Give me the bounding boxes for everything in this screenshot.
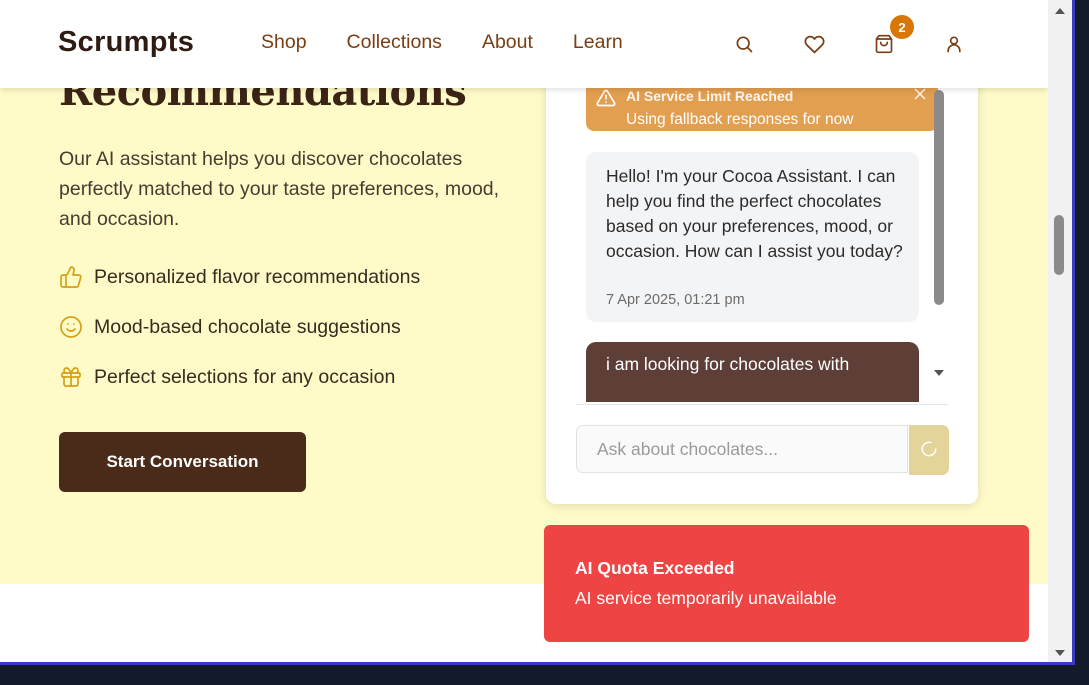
chat-panel: AI Service Limit Reached Using fallback … [546,60,978,504]
error-toast: AI Quota Exceeded AI service temporarily… [544,525,1029,642]
user-icon[interactable] [942,32,966,56]
chat-scrollbar-thumb[interactable] [934,90,944,305]
thumbs-up-icon [59,265,83,289]
window-backdrop-right [1075,0,1089,685]
window-backdrop [0,665,1089,685]
alert-text: Using fallback responses for now [626,111,854,128]
nav-shop[interactable]: Shop [261,31,307,54]
browser-viewport: Recommendations Our AI assistant helps y… [0,0,1072,662]
nav-collections[interactable]: Collections [347,31,442,54]
page-scrollbar-thumb[interactable] [1054,215,1064,275]
feature-item: Perfect selections for any occasion [59,360,420,394]
feature-label: Mood-based chocolate suggestions [94,315,401,338]
scroll-down-arrow-icon[interactable] [1054,646,1066,662]
feature-item: Personalized flavor recommendations [59,260,420,294]
user-message: i am looking for chocolates with [586,342,919,402]
alert-title: AI Service Limit Reached [626,88,794,104]
site-header: Scrumpts Shop Collections About Learn [0,0,1048,88]
chat-input[interactable] [576,425,908,473]
toast-message: AI service temporarily unavailable [575,588,837,608]
close-icon[interactable] [912,86,928,107]
send-button[interactable] [909,425,949,475]
feature-label: Personalized flavor recommendations [94,265,421,288]
site-logo[interactable]: Scrumpts [58,26,194,59]
heart-icon[interactable] [802,32,826,56]
cart-count-badge: 2 [890,15,914,39]
chat-divider [576,404,948,405]
feature-list: Personalized flavor recommendations Mood… [59,260,420,410]
loading-spinner-icon [920,440,938,461]
user-message-text: i am looking for chocolates with [606,354,850,374]
warning-icon [596,88,616,113]
bag-icon[interactable] [872,32,896,56]
smile-icon [59,315,83,339]
search-icon[interactable] [732,32,756,56]
gift-icon [59,365,83,389]
start-conversation-button[interactable]: Start Conversation [59,432,306,492]
scroll-up-arrow-icon[interactable] [1054,4,1066,22]
page-scrollbar[interactable] [1048,0,1072,662]
window-border-right [1072,0,1075,665]
message-timestamp: 7 Apr 2025, 01:21 pm [606,292,745,308]
hero-description: Our AI assistant helps you discover choc… [59,148,500,230]
assistant-message: Hello! I'm your Cocoa Assistant. I can h… [586,152,919,322]
assistant-message-text: Hello! I'm your Cocoa Assistant. I can h… [606,166,903,261]
main-nav: Shop Collections About Learn [261,31,663,54]
feature-item: Mood-based chocolate suggestions [59,310,420,344]
nav-about[interactable]: About [482,31,533,54]
toast-title: AI Quota Exceeded [575,558,735,578]
nav-learn[interactable]: Learn [573,31,623,54]
scroll-down-arrow-icon[interactable] [932,366,946,385]
feature-label: Perfect selections for any occasion [94,365,396,388]
window-border-bottom [0,662,1072,665]
